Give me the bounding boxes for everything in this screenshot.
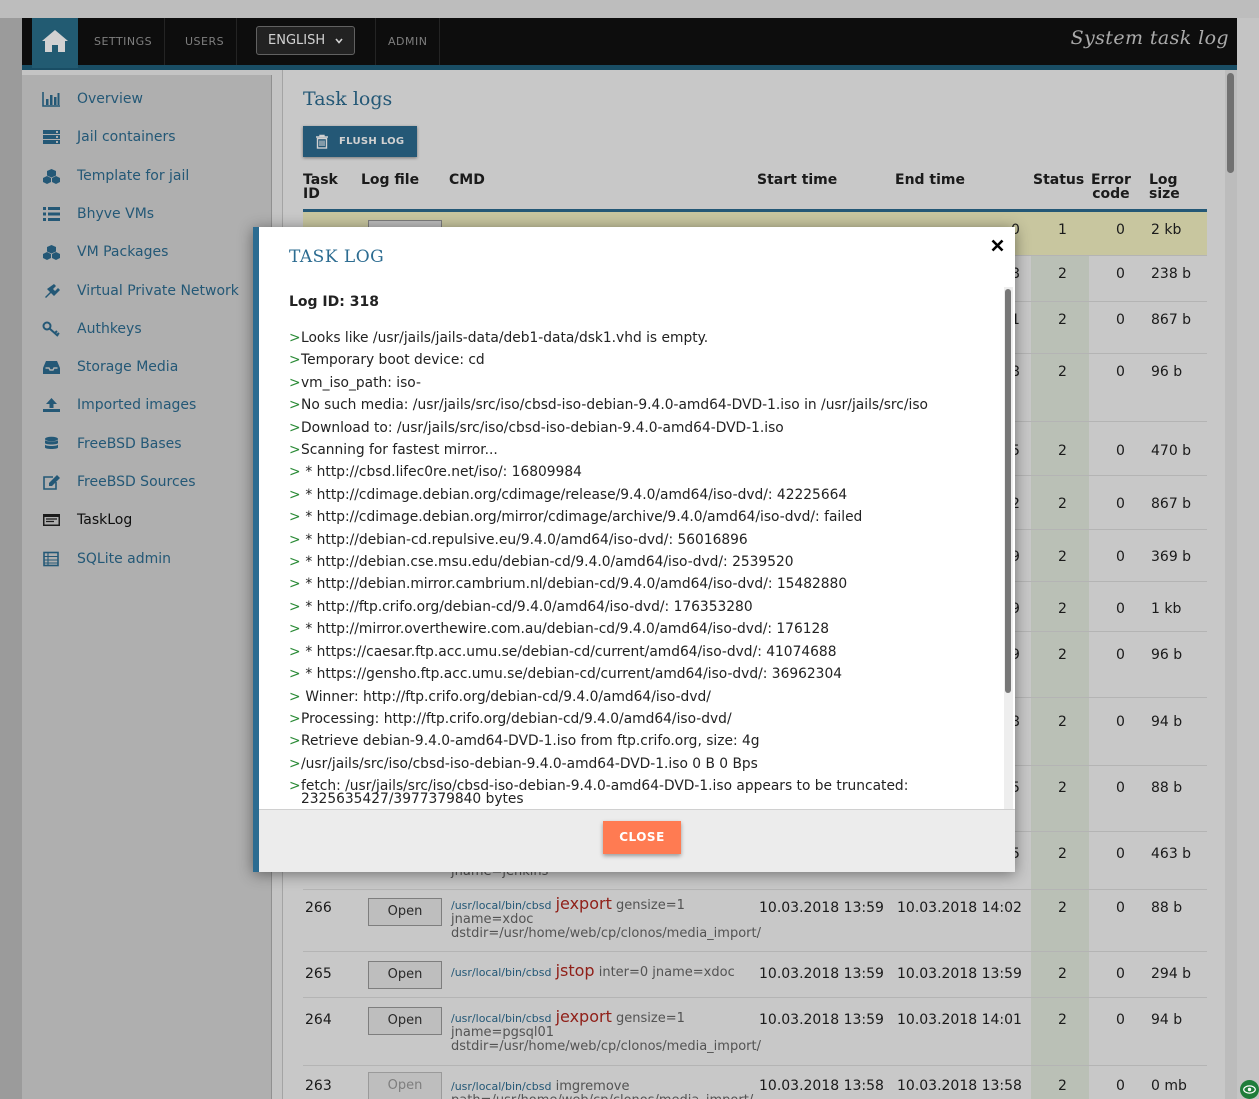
log-line-text: No such media: /usr/jails/src/iso/cbsd-i… — [301, 397, 928, 414]
log-line: > * http://cdimage.debian.org/mirror/cdi… — [289, 506, 999, 528]
log-line: > fetch: /usr/jails/src/iso/cbsd-iso-debi… — [289, 775, 999, 806]
dialog-close-button[interactable] — [987, 235, 1007, 255]
log-line-text: * http://mirror.overthewire.com.au/debia… — [301, 621, 830, 638]
close-icon — [991, 239, 1003, 251]
log-line: > * http://cbsd.lifec0re.net/iso/: 16809… — [289, 461, 999, 483]
log-line: > Processing: http://ftp.crifo.org/debian… — [289, 708, 999, 730]
prompt-marker: > — [289, 778, 301, 795]
log-line-text: fetch: /usr/jails/src/iso/cbsd-iso-debia… — [301, 778, 909, 807]
eye-icon[interactable] — [1240, 1080, 1259, 1099]
log-line-text: Processing: http://ftp.crifo.org/debian-… — [301, 710, 732, 727]
log-id-label: Log ID: 318 — [289, 294, 379, 310]
log-scrollbar-thumb[interactable] — [1005, 289, 1011, 693]
log-line-text: * http://debian.mirror.cambrium.nl/debia… — [301, 576, 848, 593]
log-line: > Temporary boot device: cd — [289, 349, 999, 371]
prompt-marker: > — [289, 710, 301, 727]
prompt-marker: > — [289, 621, 301, 638]
log-line: > * http://mirror.overthewire.com.au/deb… — [289, 618, 999, 640]
log-line-text: * https://caesar.ftp.acc.umu.se/debian-c… — [301, 643, 837, 660]
log-line-text: * http://cdimage.debian.org/mirror/cdima… — [301, 509, 863, 526]
prompt-marker: > — [289, 733, 301, 750]
prompt-marker: > — [289, 755, 301, 772]
log-scrollbar[interactable] — [1004, 287, 1013, 809]
log-line: > * https://gensho.ftp.acc.umu.se/debian… — [289, 663, 999, 685]
prompt-marker: > — [289, 419, 301, 436]
prompt-marker: > — [289, 598, 301, 615]
log-output: > Looks like /usr/jails/jails-data/deb1-d… — [289, 327, 999, 807]
prompt-marker: > — [289, 554, 301, 571]
log-line-text: Retrieve debian-9.4.0-amd64-DVD-1.iso fr… — [301, 733, 760, 750]
prompt-marker: > — [289, 397, 301, 414]
log-line-text: * https://gensho.ftp.acc.umu.se/debian-c… — [301, 666, 843, 683]
log-line: > vm_iso_path: iso- — [289, 372, 999, 394]
app-window: SETTINGS USERS ENGLISH ADMIN System task… — [0, 0, 1259, 1099]
log-line-text: Winner: http://ftp.crifo.org/debian-cd/9… — [301, 688, 711, 705]
log-line-text: Looks like /usr/jails/jails-data/deb1-da… — [301, 330, 709, 346]
log-line-text: * http://debian-cd.repulsive.eu/9.4.0/am… — [301, 531, 748, 548]
log-line-text: * http://cbsd.lifec0re.net/iso/: 1680998… — [301, 464, 582, 481]
log-line-text: Scanning for fastest mirror... — [301, 442, 498, 459]
task-log-dialog: TASK LOG Log ID: 318 > Looks like /usr/ja… — [253, 227, 1015, 872]
log-line: > * http://cdimage.debian.org/cdimage/re… — [289, 484, 999, 506]
close-button[interactable]: CLOSE — [603, 821, 681, 854]
log-line: > * http://debian-cd.repulsive.eu/9.4.0/… — [289, 529, 999, 551]
log-line: > Retrieve debian-9.4.0-amd64-DVD-1.iso f… — [289, 730, 999, 752]
log-line: > * http://debian.mirror.cambrium.nl/deb… — [289, 573, 999, 595]
log-line: > * http://debian.cse.msu.edu/debian-cd/… — [289, 551, 999, 573]
prompt-marker: > — [289, 576, 301, 593]
log-line: > No such media: /usr/jails/src/iso/cbsd-… — [289, 394, 999, 416]
prompt-marker: > — [289, 374, 301, 391]
dialog-title: TASK LOG — [289, 247, 385, 267]
log-line: > Download to: /usr/jails/src/iso/cbsd-is… — [289, 417, 999, 439]
log-line-text: vm_iso_path: iso- — [301, 374, 421, 391]
log-line: > Scanning for fastest mirror... — [289, 439, 999, 461]
log-line-text: Download to: /usr/jails/src/iso/cbsd-iso… — [301, 419, 784, 436]
prompt-marker: > — [289, 464, 301, 481]
dialog-footer: CLOSE — [259, 809, 1015, 872]
log-line-text: /usr/jails/src/iso/cbsd-iso-debian-9.4.0… — [301, 755, 758, 772]
log-line-text: * http://cdimage.debian.org/cdimage/rele… — [301, 486, 848, 503]
log-line: > Looks like /usr/jails/jails-data/deb1-d… — [289, 327, 999, 349]
log-line: > * https://caesar.ftp.acc.umu.se/debian… — [289, 641, 999, 663]
prompt-marker: > — [289, 352, 301, 369]
log-line: >/usr/jails/src/iso/cbsd-iso-debian-9.4.… — [289, 753, 999, 775]
log-line: > * http://ftp.crifo.org/debian-cd/9.4.0… — [289, 596, 999, 618]
prompt-marker: > — [289, 486, 301, 503]
prompt-marker: > — [289, 509, 301, 526]
log-line: > Winner: http://ftp.crifo.org/debian-cd… — [289, 686, 999, 708]
log-line-text: * http://ftp.crifo.org/debian-cd/9.4.0/a… — [301, 598, 753, 615]
log-line-text: Temporary boot device: cd — [301, 352, 485, 369]
log-line-text: * http://debian.cse.msu.edu/debian-cd/9.… — [301, 554, 794, 571]
prompt-marker: > — [289, 330, 301, 346]
prompt-marker: > — [289, 643, 301, 660]
prompt-marker: > — [289, 688, 301, 705]
prompt-marker: > — [289, 666, 301, 683]
prompt-marker: > — [289, 531, 301, 548]
prompt-marker: > — [289, 442, 301, 459]
